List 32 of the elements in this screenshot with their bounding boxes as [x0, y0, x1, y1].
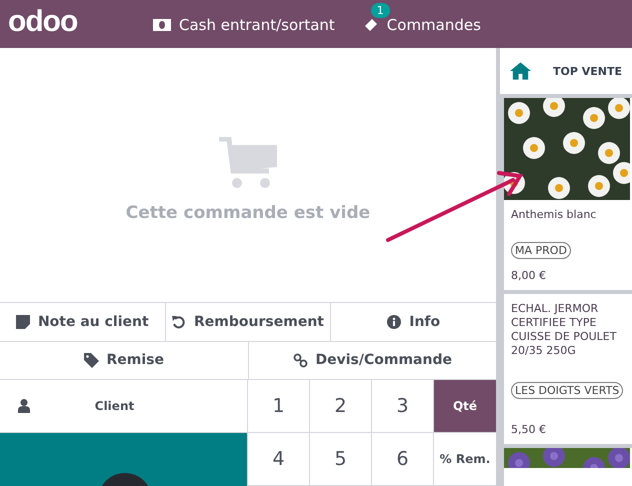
banknote-icon [153, 19, 171, 31]
keypad-key[interactable]: 4 [248, 432, 310, 486]
keypad-key[interactable]: 1 [248, 380, 310, 433]
vendor-tag: LES DOIGTS VERTS [511, 382, 624, 399]
note-icon [16, 314, 30, 329]
keypad-key[interactable]: 5 [310, 432, 372, 486]
menu-button[interactable]: 1 Commandes [362, 2, 481, 38]
product-name: ECHAL. JERMOR CERTIFIEE TYPE CUISSE DE POULET 20/35 250G [510, 301, 618, 359]
payment-panel[interactable] [0, 432, 247, 486]
product-price: 5,50 € [510, 422, 547, 438]
product-card[interactable]: ECHAL. JERMOR CERTIFIEE TYPE CUISSE DE POULET 20/35 250G LES DOIGTS VERTS 5,50 € [504, 294, 632, 444]
product-name: Anthemis blanc [510, 207, 598, 222]
home-icon[interactable] [510, 62, 531, 80]
tag-icon [84, 352, 98, 368]
keypad-key[interactable]: Qté [434, 380, 496, 433]
category-tab[interactable]: TOP VENTE [553, 64, 622, 78]
link-icon [292, 352, 308, 368]
logo: odoo [8, 5, 78, 39]
product-card[interactable] [504, 448, 632, 486]
person-icon [18, 398, 30, 413]
product-price: 8,00 € [510, 268, 547, 284]
undo-icon [172, 314, 186, 329]
keypad-key[interactable]: 6 [372, 432, 434, 486]
product-card[interactable]: Anthemis blanc MA PROD 8,00 € [504, 98, 632, 290]
menu-button[interactable]: Cash entrant/sortant [153, 2, 335, 38]
count-badge: 1 [370, 3, 390, 18]
vendor-tag: MA PROD [511, 242, 571, 259]
keypad-key[interactable]: 2 [310, 380, 372, 433]
keypad-key[interactable]: 3 [372, 380, 434, 433]
info-icon [387, 314, 402, 329]
empty-order-message: Cette commande est vide [126, 203, 370, 224]
cart-icon [217, 137, 279, 190]
